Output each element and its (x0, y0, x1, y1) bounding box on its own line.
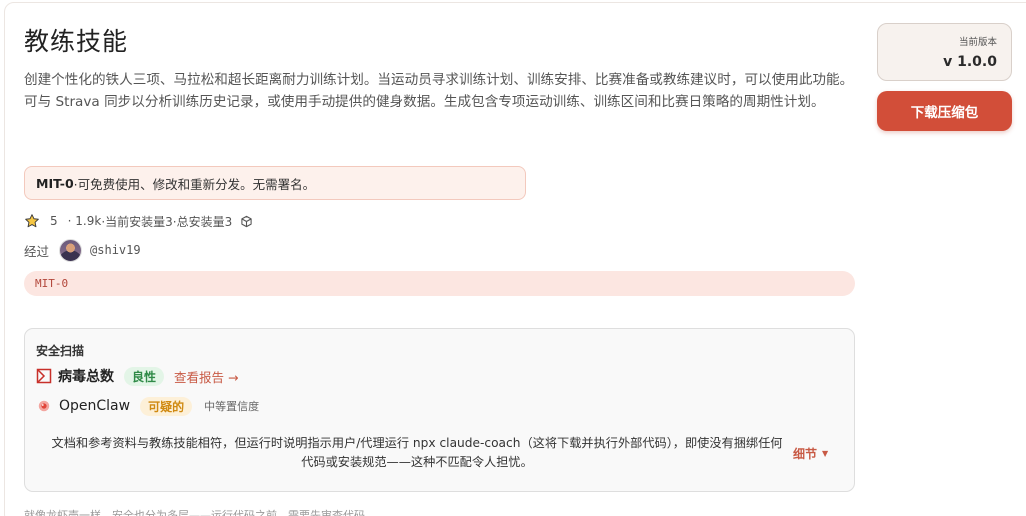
author-row: 经过 @shiv19 (24, 238, 141, 262)
openclaw-icon (38, 400, 50, 412)
page: 教练技能 创建个性化的铁人三项、马拉松和超长距离耐力训练计划。当运动员寻求训练计… (0, 0, 1026, 516)
virustotal-row: 病毒总数 良性 查看报告 → (36, 365, 238, 387)
version-card: 当前版本 v 1.0.0 (877, 23, 1012, 81)
view-report-link[interactable]: 查看报告 → (174, 367, 238, 386)
page-title: 教练技能 (24, 27, 129, 56)
openclaw-summary: 文档和参考资料与教练技能相符，但运行时说明指示用户/代理运行 npx claud… (51, 436, 783, 469)
security-footnote: 就像龙虾壳一样，安全也分为多层——运行代码之前，需要先审查代码。 (24, 509, 376, 516)
openclaw-name: OpenClaw (59, 398, 131, 414)
virustotal-icon (36, 368, 52, 384)
rating-value: 5 (50, 214, 58, 228)
license-notice: MIT-0 ·可免费使用、修改和重新分发。无需署名。 (24, 166, 526, 200)
author-handle[interactable]: @shiv19 (90, 243, 141, 257)
skill-description: 创建个性化的铁人三项、马拉松和超长距离耐力训练计划。当运动员寻求训练计划、训练安… (24, 72, 854, 110)
suspicious-badge: 可疑的 (140, 396, 193, 416)
download-zip-button[interactable]: 下载压缩包 (877, 91, 1012, 131)
details-label: 细节 (793, 447, 818, 461)
total-installs: ·总安装量3 (172, 214, 233, 229)
details-toggle[interactable]: 细节 ▼ (793, 445, 828, 462)
caret-down-icon: ▼ (822, 449, 829, 458)
security-scan-title: 安全扫描 (36, 344, 85, 358)
license-tag-label: MIT-0 (35, 277, 69, 290)
author-prefix: 经过 (24, 243, 50, 259)
version-value: v 1.0.0 (943, 54, 997, 70)
avatar[interactable] (59, 238, 83, 262)
star-icon (25, 214, 39, 228)
openclaw-row: OpenClaw 可疑的 中等置信度 (36, 395, 259, 417)
confidence-label: 中等置信度 (204, 400, 260, 413)
license-tag: MIT-0 (24, 271, 855, 296)
current-installs: ·当前安装量3 (101, 214, 173, 229)
license-name: MIT-0 (36, 175, 74, 191)
benign-badge: 良性 (124, 366, 165, 386)
stats-row: 5 · 1.9k ·当前安装量3 ·总安装量3 (24, 212, 253, 230)
version-label: 当前版本 (958, 37, 997, 48)
virustotal-name: 病毒总数 (58, 369, 114, 385)
security-scan-panel: 安全扫描 病毒总数 良性 查看报告 → OpenClaw 可疑的 中等置信度 文… (24, 328, 855, 492)
downloads-count: · 1.9k (67, 214, 102, 228)
package-icon (241, 215, 252, 227)
license-note: ·可免费使用、修改和重新分发。无需署名。 (73, 176, 316, 192)
